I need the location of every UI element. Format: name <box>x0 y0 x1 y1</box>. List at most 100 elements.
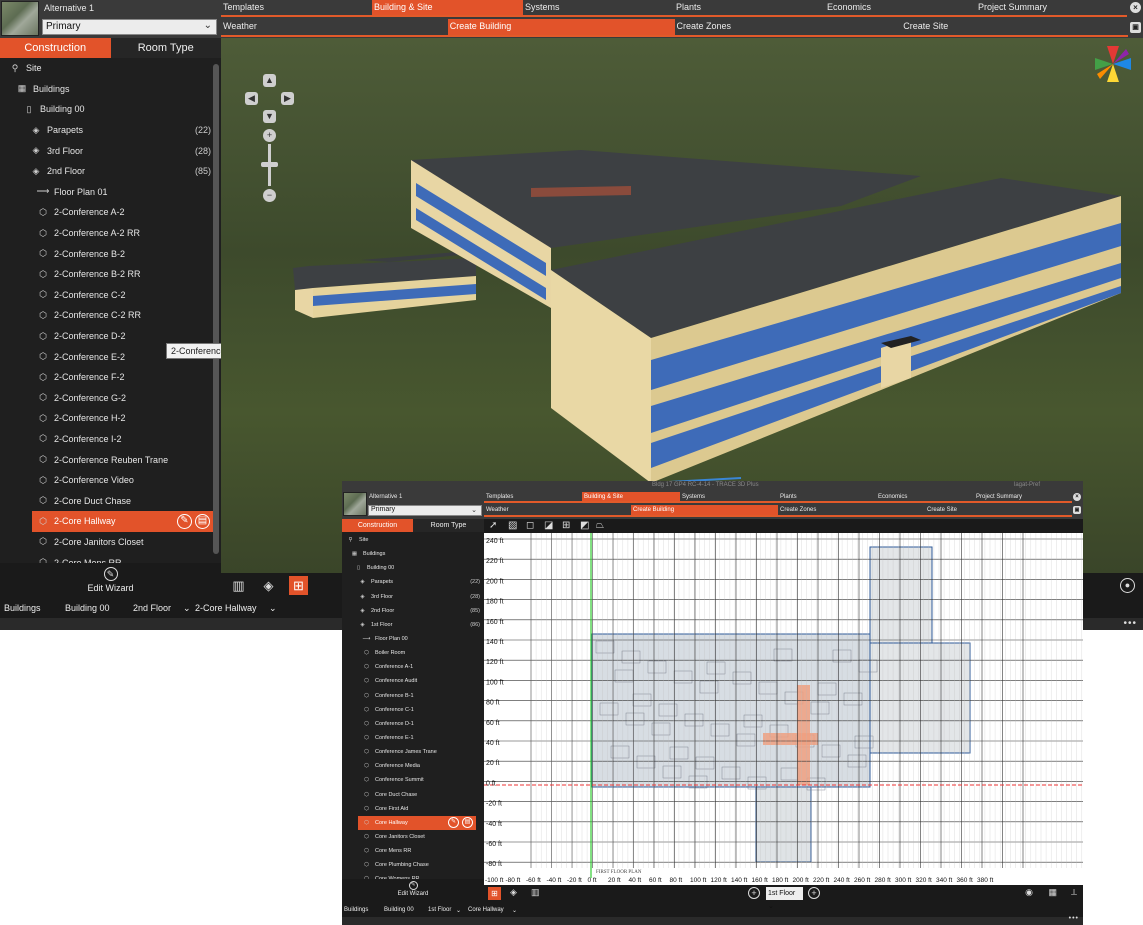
tree-item-2-conference-a-2[interactable]: ⬡ 2-Conference A-2 <box>0 202 221 223</box>
tree-item-2-conference-f-2[interactable]: ⬡ 2-Conference F-2 <box>0 367 221 388</box>
tree-item-conference-b-1[interactable]: ⬡ Conference B-1 <box>342 689 484 703</box>
zoom-out-icon[interactable]: − <box>263 189 276 202</box>
sidebar-scrollbar[interactable] <box>213 64 219 554</box>
breadcrumb-item-2-core-hallway[interactable]: 2-Core Hallway <box>195 603 269 613</box>
tab-room-type[interactable]: Room Type <box>110 38 221 58</box>
subtab-create-zones[interactable]: Create Zones <box>778 505 925 517</box>
tree-item-2-conference-b-2[interactable]: ⬡ 2-Conference B-2 <box>0 243 221 264</box>
save-icon[interactable]: ▣ <box>1130 22 1141 33</box>
subtab-create-zones[interactable]: Create Zones <box>674 19 902 37</box>
chart-icon[interactable]: ▥ <box>229 576 248 595</box>
zoom-in-icon[interactable]: + <box>263 129 276 142</box>
tab-construction[interactable]: Construction <box>0 38 111 58</box>
cube-icon[interactable]: ◻ <box>526 520 534 531</box>
more-icon[interactable]: ••• <box>1123 618 1137 629</box>
breadcrumb-item-buildings[interactable]: Buildings <box>4 603 65 613</box>
edit-icon[interactable]: ✎ <box>448 817 459 829</box>
edit-icon[interactable]: ✎ <box>177 513 192 529</box>
subtab-create-site[interactable]: Create Site <box>901 19 1128 37</box>
building-icon[interactable]: ▥ <box>531 887 540 898</box>
tree-item-2-core-mens-rr[interactable]: ⬡ 2-Core Mens RR <box>0 552 221 563</box>
option-select[interactable]: Primary ⌄ <box>42 19 217 35</box>
tree-item-2nd-floor[interactable]: ◈ 2nd Floor (85) <box>0 161 221 182</box>
tree-item-floor-plan-01[interactable]: ⟶ Floor Plan 01 <box>0 182 221 203</box>
tree-item-site[interactable]: ⚲ Site <box>0 58 221 79</box>
floorplan-icon[interactable]: ⊞ <box>289 576 308 595</box>
subtab-weather[interactable]: Weather <box>484 505 631 517</box>
tree-item-core-hallway[interactable]: ⬡ Core Hallway ✎ ▤ <box>358 815 476 830</box>
location-icon[interactable]: ◉ <box>1025 887 1033 898</box>
tree-item-2-conference-g-2[interactable]: ⬡ 2-Conference G-2 <box>0 388 221 409</box>
tree-item-floor-plan-00[interactable]: ⟶ Floor Plan 00 <box>342 632 484 646</box>
pan-down-icon[interactable]: ▼ <box>263 110 276 123</box>
tree-item-conference-d-1[interactable]: ⬡ Conference D-1 <box>342 717 484 731</box>
edit-wizard-button[interactable]: ✎ Edit Wizard <box>0 563 221 598</box>
tree-item-2-conference-i-2[interactable]: ⬡ 2-Conference I-2 <box>0 429 221 450</box>
tree-item-2-conference-h-2[interactable]: ⬡ 2-Conference H-2 <box>0 408 221 429</box>
extrude-icon[interactable]: ◩ <box>580 520 589 531</box>
save-icon[interactable]: ▣ <box>1073 506 1081 514</box>
tree-item-conference-e-1[interactable]: ⬡ Conference E-1 <box>342 731 484 745</box>
tab-systems[interactable]: Systems <box>680 492 778 503</box>
grid-icon[interactable]: ⊞ <box>562 520 570 531</box>
tree-item-2-conference-c-2-rr[interactable]: ⬡ 2-Conference C-2 RR <box>0 305 221 326</box>
tree-item-conference-james-trane[interactable]: ⬡ Conference James Trane <box>342 745 484 759</box>
tree-item-conference-a-1[interactable]: ⬡ Conference A-1 <box>342 660 484 674</box>
layers-icon[interactable]: ◈ <box>259 576 278 595</box>
floorplan-icon[interactable]: ⊞ <box>488 887 501 900</box>
tab-project-summary[interactable]: Project Summary <box>974 492 1072 503</box>
breadcrumb-item-buildings[interactable]: Buildings <box>344 907 384 913</box>
tab-economics[interactable]: Economics <box>876 492 974 503</box>
tab-plants[interactable]: Plants <box>674 0 825 17</box>
tree-item-buildings[interactable]: ▦ Buildings <box>342 547 484 561</box>
floor-select[interactable]: 1st Floor ⌄ <box>766 887 803 910</box>
delete-icon[interactable]: ▤ <box>195 513 210 529</box>
tree-item-1st-floor[interactable]: ◈ 1st Floor (86) <box>342 618 484 632</box>
tab-plants[interactable]: Plants <box>778 492 876 503</box>
add-floor-above-icon[interactable]: + <box>808 887 820 899</box>
tree-item-2-core-hallway[interactable]: ⬡ 2-Core Hallway ✎ ▤ <box>32 511 213 532</box>
layers-icon[interactable]: ◈ <box>510 887 517 898</box>
tree-item-2-core-duct-chase[interactable]: ⬡ 2-Core Duct Chase <box>0 490 221 511</box>
breadcrumb-item-building-00[interactable]: Building 00 <box>65 603 133 613</box>
tree-item-2-conference-c-2[interactable]: ⬡ 2-Conference C-2 <box>0 285 221 306</box>
tree-item-3rd-floor[interactable]: ◈ 3rd Floor (28) <box>342 590 484 604</box>
tree-item-building-00[interactable]: ▯ Building 00 <box>0 99 221 120</box>
tree-item-conference-audit[interactable]: ⬡ Conference Audit <box>342 674 484 688</box>
image-icon[interactable]: ▨ <box>508 520 517 531</box>
grid-icon[interactable]: ▦ <box>1048 887 1057 898</box>
tree-item-parapets[interactable]: ◈ Parapets (22) <box>0 120 221 141</box>
tree-item-core-duct-chase[interactable]: ⬡ Core Duct Chase <box>342 788 484 802</box>
tab-building-site[interactable]: Building & Site <box>582 492 680 503</box>
tab-templates[interactable]: Templates <box>221 0 372 17</box>
box-icon[interactable]: ◪ <box>544 520 553 531</box>
tree-item-building-00[interactable]: ▯ Building 00 <box>342 561 484 575</box>
tree-item-conference-summit[interactable]: ⬡ Conference Summit <box>342 773 484 787</box>
tree-item-2-conference-b-2-rr[interactable]: ⬡ 2-Conference B-2 RR <box>0 264 221 285</box>
location-icon[interactable]: ● <box>1120 578 1135 593</box>
add-floor-below-icon[interactable]: + <box>748 887 760 899</box>
tree-item-2-conference-a-2-rr[interactable]: ⬡ 2-Conference A-2 RR <box>0 223 221 244</box>
more-icon[interactable]: ••• <box>1069 915 1079 922</box>
tree-item-2-conference-reuben-trane[interactable]: ⬡ 2-Conference Reuben Trane <box>0 449 221 470</box>
close-icon[interactable]: × <box>1130 2 1141 13</box>
subtab-weather[interactable]: Weather <box>221 19 448 37</box>
tree-item-parapets[interactable]: ◈ Parapets (22) <box>342 575 484 589</box>
tab-systems[interactable]: Systems <box>523 0 674 17</box>
subtab-create-building[interactable]: Create Building <box>447 19 675 37</box>
chevron-down-icon[interactable]: ⌄ <box>183 603 195 614</box>
tree-item-site[interactable]: ⚲ Site <box>342 533 484 547</box>
tab-project-summary[interactable]: Project Summary <box>976 0 1127 17</box>
breadcrumb-item-2nd-floor[interactable]: 2nd Floor <box>133 603 183 613</box>
pan-left-icon[interactable]: ◀ <box>245 92 258 105</box>
chevron-down-icon[interactable]: ⌄ <box>512 907 524 914</box>
breadcrumb-item-core-hallway[interactable]: Core Hallway <box>468 907 512 913</box>
measure-icon[interactable]: ⟂ <box>1071 887 1077 898</box>
edit-wizard-button[interactable]: ✎ Edit Wizard <box>342 879 484 903</box>
tree-item-conference-c-1[interactable]: ⬡ Conference C-1 <box>342 703 484 717</box>
tree-item-core-first-aid[interactable]: ⬡ Core First Aid <box>342 802 484 816</box>
option-select[interactable]: Primary ⌄ <box>368 505 482 516</box>
tree-item-3rd-floor[interactable]: ◈ 3rd Floor (28) <box>0 140 221 161</box>
tree-item-core-janitors-closet[interactable]: ⬡ Core Janitors Closet <box>342 830 484 844</box>
floor-plan-canvas[interactable]: 240 ft 220 ft 200 ft 180 ft 160 ft 140 ft 120 … <box>484 533 1083 885</box>
